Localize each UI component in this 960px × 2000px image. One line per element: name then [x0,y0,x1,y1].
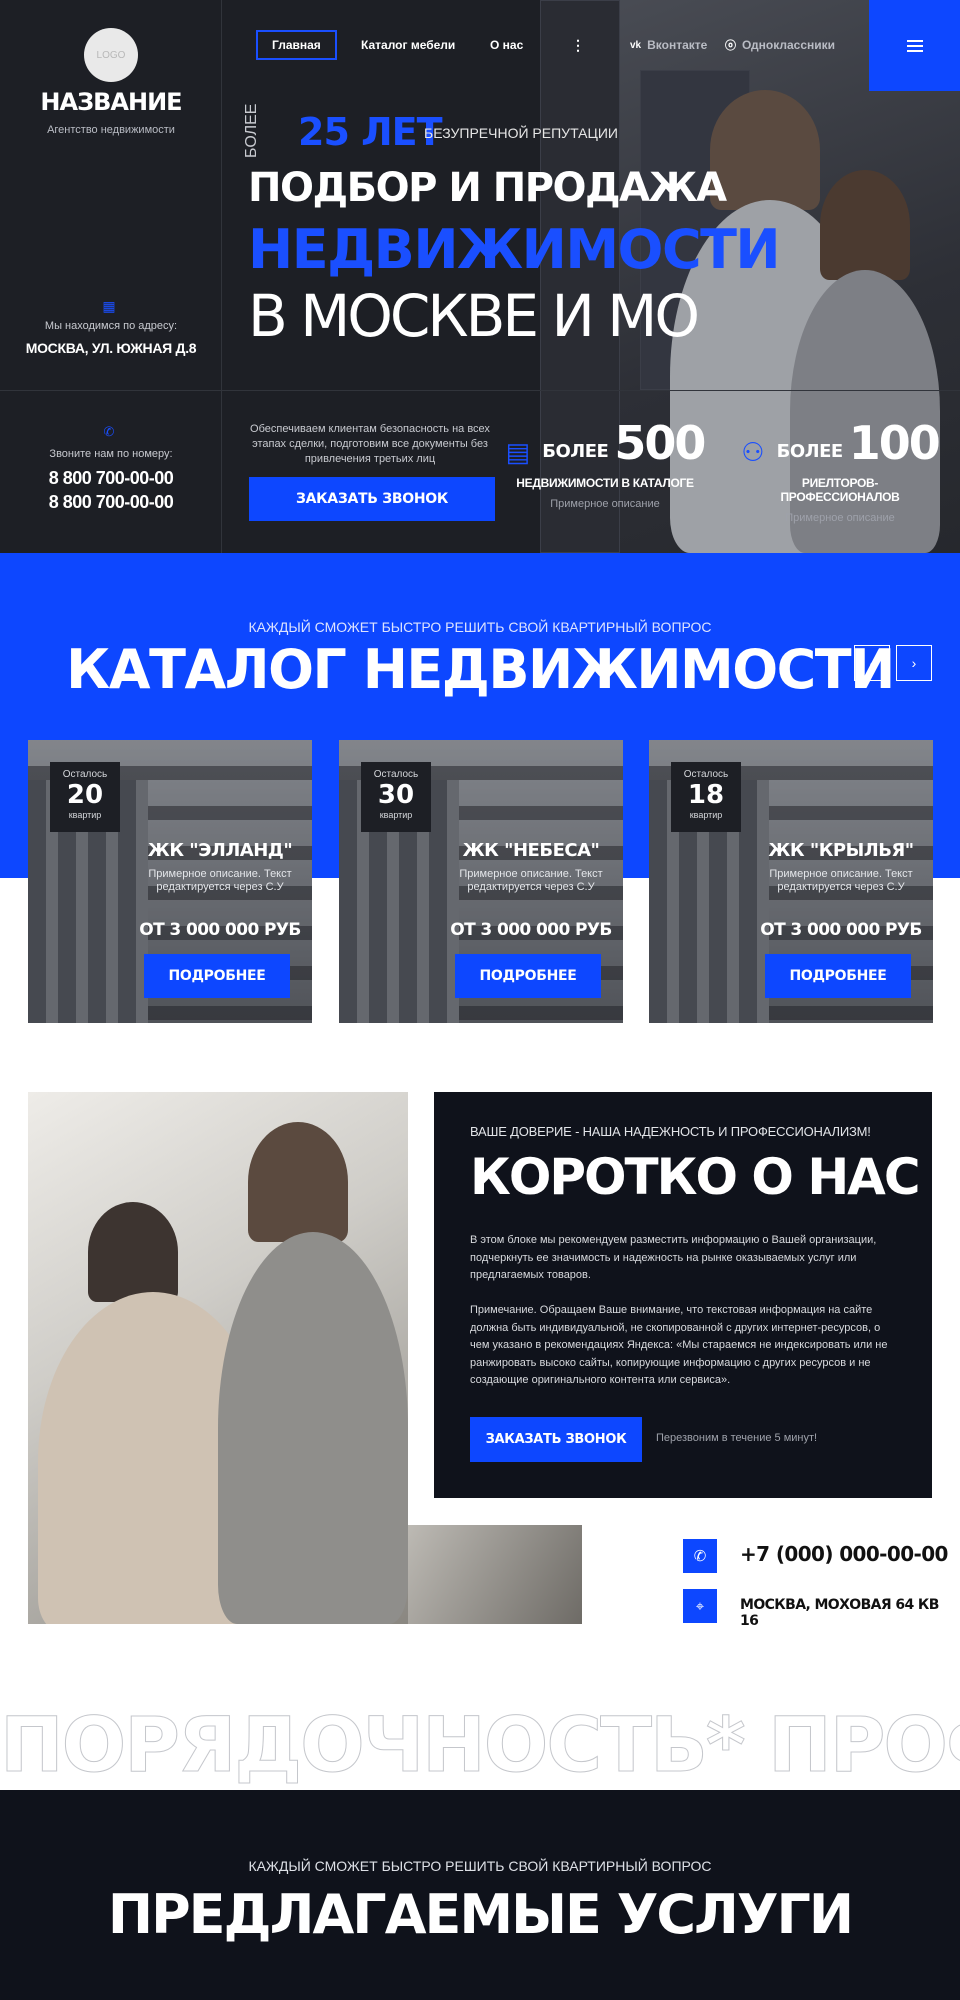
hero-title-line3: В МОСКВЕ И МО [248,282,700,350]
stat-number: 500 [614,416,706,470]
catalog-card-nebesa[interactable]: Осталось 30 квартир ЖК "НЕБЕСА" Примерно… [339,740,623,1023]
phone-number-2[interactable]: 8 800 700-00-00 [0,492,222,513]
catalog-tagline: КАЖДЫЙ СМОЖЕТ БЫСТРО РЕШИТЬ СВОЙ КВАРТИР… [248,619,712,635]
years-subtitle: БЕЗУПРЕЧНОЙ РЕПУТАЦИИ [424,125,618,141]
stat-prefix: БОЛЕЕ [542,441,609,462]
hero-divider [0,390,960,391]
phone-icon: ✆ [103,424,115,439]
building-icon: ▦ [102,298,116,314]
details-button[interactable]: ПОДРОБНЕЕ [455,954,601,998]
about-photo [28,1092,408,1624]
services-tagline: КАЖДЫЙ СМОЖЕТ БЫСТРО РЕШИТЬ СВОЙ КВАРТИР… [248,1858,712,1874]
social-ok-label: Одноклассники [742,38,836,52]
stat-title: НЕДВИЖИМОСТИ В КАТАЛОГЕ [516,476,694,490]
badge-unit: квартир [68,810,102,820]
badge-count: 20 [66,780,104,810]
about-order-call-button[interactable]: ЗАКАЗАТЬ ЗВОНОК [470,1417,642,1462]
phone-label: Звоните нам по номеру: [49,448,173,460]
hero-title-line1: ПОДБОР И ПРОДАЖА [248,165,727,211]
catalog-card-elland[interactable]: Осталось 20 квартир ЖК "ЭЛЛАНД" Примерно… [28,740,312,1023]
hero-section: LOGO НАЗВАНИЕ Агентство недвижимости ▦ М… [0,0,960,553]
services-title: ПРЕДЛАГАЕМЫЕ УСЛУГИ [107,1883,854,1946]
badge-count: 18 [687,780,725,810]
order-call-button[interactable]: ЗАКАЗАТЬ ЗВОНОК [249,477,495,521]
units-left-badge: Осталось 30 квартир [361,762,431,832]
brand-subtitle: Агентство недвижимости [47,124,175,136]
security-text: Обеспечиваем клиентам безопасность на вс… [250,423,490,465]
stat-number: 100 [848,416,941,470]
contact-phone[interactable]: +7 (000) 000-00-00 [740,1542,948,1566]
hero-title-line2: НЕДВИЖИМОСТИ [248,218,781,281]
stat-prefix: БОЛЕЕ [776,441,844,462]
badge-label: Осталось [373,769,419,780]
nav-catalog: Каталог мебели [361,30,455,60]
card-price: ОТ 3 000 000 РУБ [450,920,612,940]
units-left-badge: Осталось 18 квартир [671,762,741,832]
about-photo-extension [408,1525,582,1624]
badge-unit: квартир [689,810,723,820]
brand-name: НАЗВАНИЕ [40,88,182,116]
vertical-label: БОЛЕЕ [243,103,260,158]
about-title: КОРОТКО О НАС [470,1148,921,1206]
card-description: Примерное описание. Текст редактируется … [148,868,292,893]
about-paragraph-2: Примечание. Обращаем Ваше внимание, что … [470,1304,888,1386]
nav-catalog-link[interactable]: Каталог мебели [361,38,455,52]
main-nav: Главная [256,30,337,60]
phone-icon: ✆ [683,1539,717,1573]
badge-label: Осталось [62,769,108,780]
more-vertical-icon[interactable]: ⋮ [571,30,585,60]
card-price: ОТ 3 000 000 РУБ [760,920,922,940]
card-description: Примерное описание. Текст редактируется … [459,868,603,893]
callback-note: Перезвоним в течение 5 минут! [656,1432,818,1444]
logo[interactable]: LOGO [84,28,138,82]
card-title: ЖК "КРЫЛЬЯ" [768,840,914,861]
stat-title: РИЕЛТОРОВ-ПРОФЕССИОНАЛОВ [780,476,900,504]
card-title: ЖК "НЕБЕСА" [462,840,600,861]
team-icon: ⚇ [741,437,765,467]
stat-realtors: ⚇ БОЛЕЕ 100 РИЕЛТОРОВ-ПРОФЕССИОНАЛОВ При… [741,418,940,524]
badge-unit: квартир [379,810,413,820]
marquee-text: ПОРЯДОЧНОСТЬ* ПРОФЕССИОНА [0,1700,960,1790]
page: LOGO НАЗВАНИЕ Агентство недвижимости ▦ М… [0,0,960,2000]
card-description: Примерное описание. Текст редактируется … [769,868,913,893]
hamburger-icon[interactable] [869,0,960,91]
social-vk[interactable]: vk Вконтакте [630,30,707,60]
contact-address: МОСКВА, МОХОВАЯ 64 КВ 16 [740,1597,939,1629]
nav-about-link[interactable]: О нас [490,38,523,52]
stat-desc: Примерное описание [785,512,895,524]
social-ok[interactable]: ⓞ Одноклассники [725,30,835,60]
ok-icon: ⓞ [725,40,736,52]
chevron-right-icon[interactable]: › [896,645,932,681]
vk-icon: vk [630,39,642,51]
stat-desc: Примерное описание [550,498,660,510]
card-price: ОТ 3 000 000 РУБ [139,920,301,940]
address-value: МОСКВА, УЛ. ЮЖНАЯ Д.8 [25,340,197,356]
about-box: ВАШЕ ДОВЕРИЕ - НАША НАДЕЖНОСТЬ И ПРОФЕСС… [434,1092,932,1498]
buildings-icon: ▤ [505,437,531,467]
services-section: КАЖДЫЙ СМОЖЕТ БЫСТРО РЕШИТЬ СВОЙ КВАРТИР… [0,1790,960,2000]
nav-about: О нас [490,30,523,60]
stat-realty: ▤ БОЛЕЕ 500 НЕДВИЖИМОСТИ В КАТАЛОГЕ Прим… [506,418,707,510]
phone-number-1[interactable]: 8 800 700-00-00 [0,468,222,489]
details-button[interactable]: ПОДРОБНЕЕ [144,954,290,998]
badge-count: 30 [377,780,415,810]
chevron-left-icon[interactable]: ‹ [854,645,890,681]
years-value: 25 ЛЕТ [298,110,443,154]
address-label: Мы находимся по адресу: [44,320,178,332]
about-paragraph-1: В этом блоке мы рекомендуем разместить и… [470,1234,877,1281]
catalog-card-krylya[interactable]: Осталось 18 квартир ЖК "КРЫЛЬЯ" Примерно… [649,740,933,1023]
catalog-title: КАТАЛОГ НЕДВИЖИМОСТИ [66,638,895,701]
units-left-badge: Осталось 20 квартир [50,762,120,832]
about-tagline: ВАШЕ ДОВЕРИЕ - НАША НАДЕЖНОСТЬ И ПРОФЕСС… [470,1124,871,1139]
badge-label: Осталось [683,769,729,780]
social-vk-label: Вконтакте [647,38,708,52]
nav-home[interactable]: Главная [256,30,337,60]
card-title: ЖК "ЭЛЛАНД" [147,840,293,861]
map-icon: ⌖ [683,1589,717,1623]
details-button[interactable]: ПОДРОБНЕЕ [765,954,911,998]
